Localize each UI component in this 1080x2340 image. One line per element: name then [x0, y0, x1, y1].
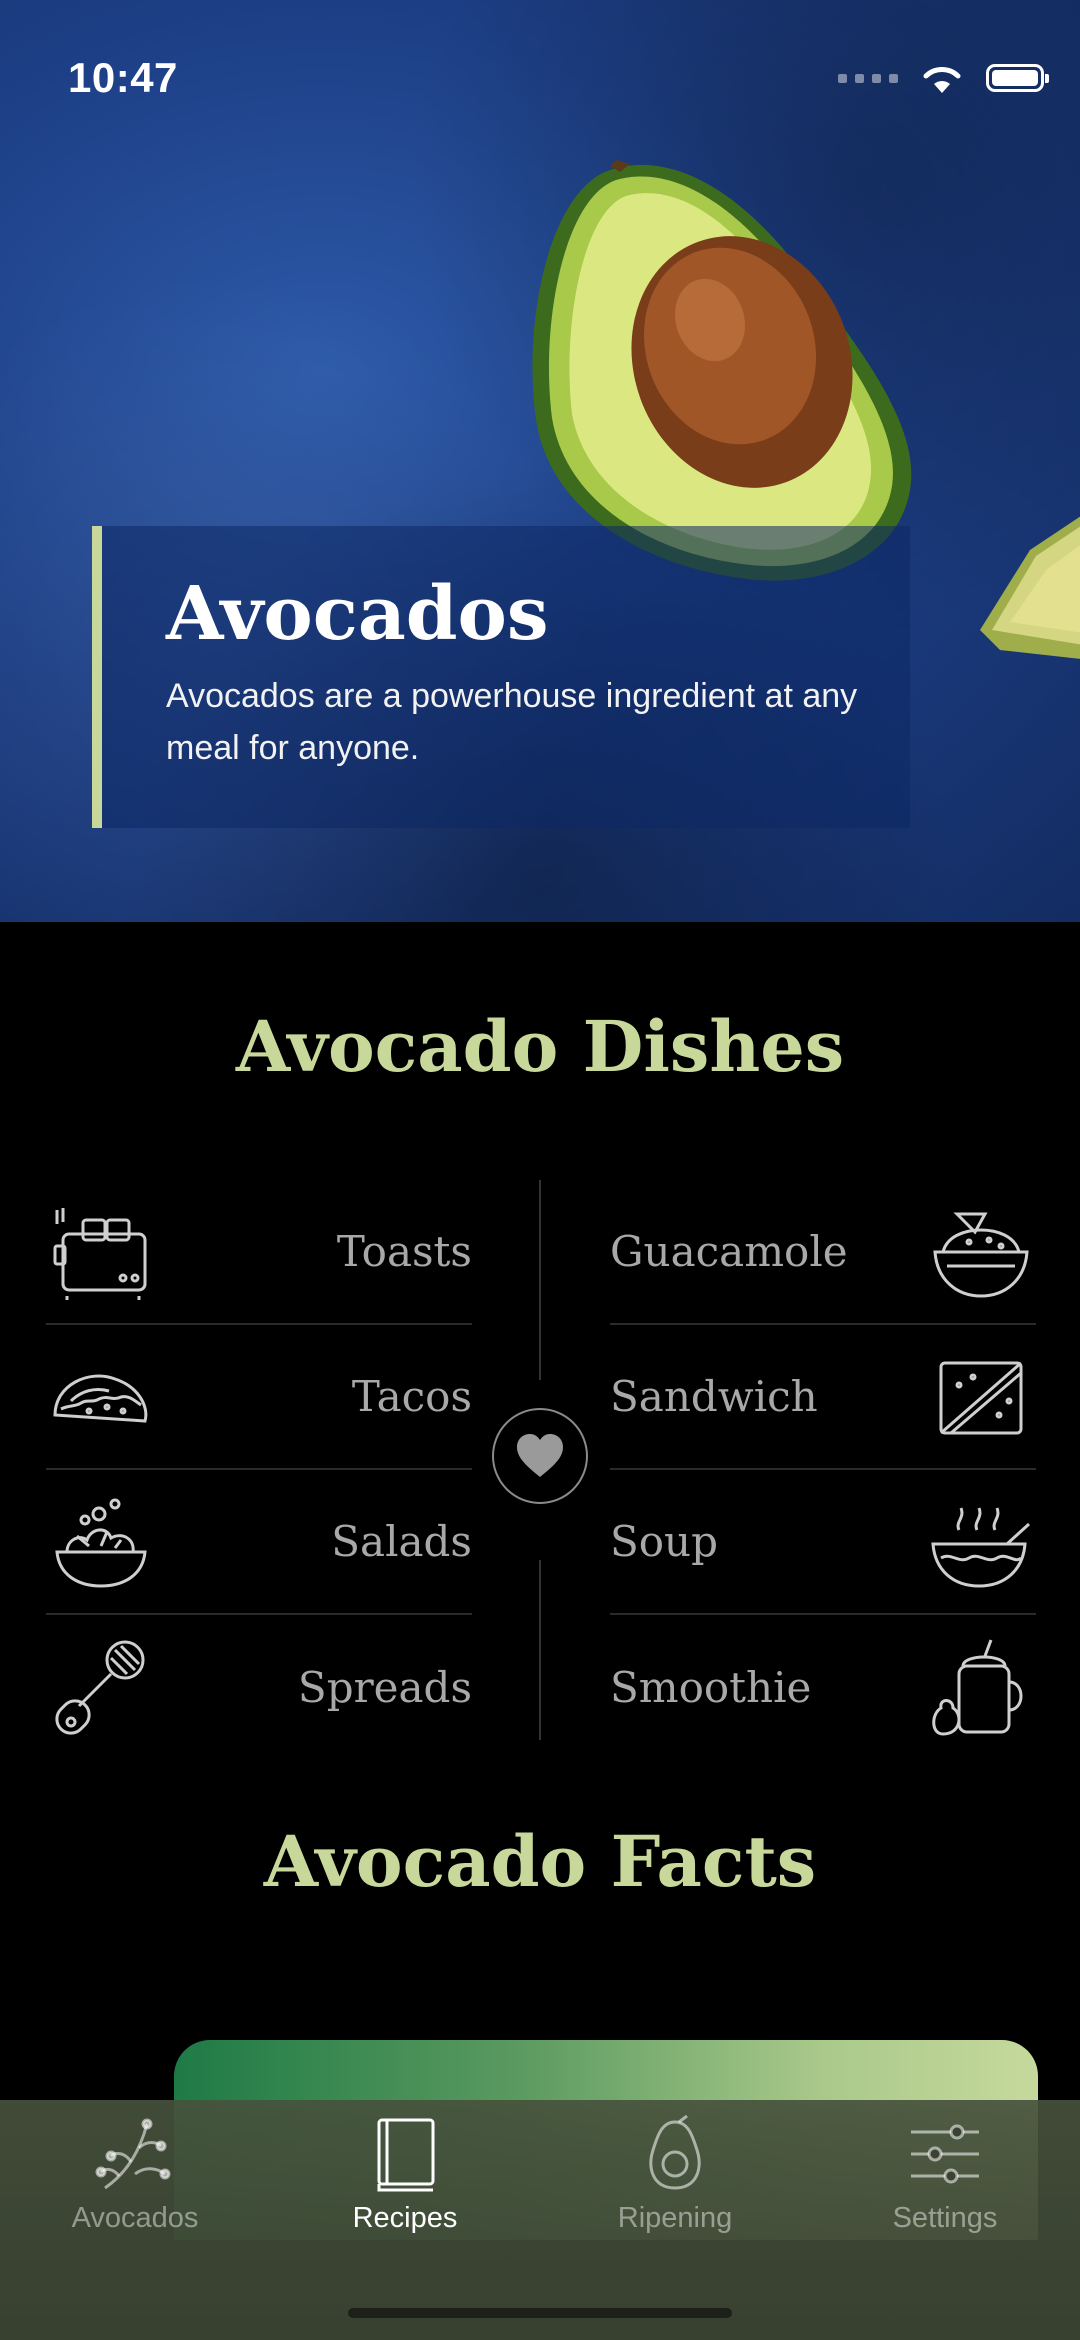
dish-item-smoothie[interactable]: Smoothie [610, 1615, 1036, 1760]
taco-icon [46, 1342, 156, 1452]
tab-label: Recipes [352, 2202, 458, 2234]
dish-item-sandwich[interactable]: Sandwich [610, 1325, 1036, 1470]
tab-bar: Avocados Recipes Ripening Settings [0, 2100, 1080, 2340]
favorites-button[interactable] [492, 1408, 588, 1504]
dish-item-toasts[interactable]: Toasts [46, 1180, 472, 1325]
hero-description: Avocados are a powerhouse ingredient at … [166, 676, 858, 768]
sandwich-icon [926, 1342, 1036, 1452]
divider-top [539, 1180, 541, 1380]
cellular-signal-icon [838, 73, 898, 83]
tab-label: Ripening [617, 2202, 733, 2234]
avocado-slice-image [980, 516, 1080, 659]
soup-bowl-icon [926, 1487, 1036, 1597]
book-icon [377, 2118, 435, 2192]
dish-label: Soup [610, 1517, 718, 1566]
hero-title: Avocados [166, 571, 549, 657]
salad-bowl-icon [46, 1487, 156, 1597]
dishes-grid: Toasts Tacos Salads Spreads Guacamole Sa… [46, 1180, 1036, 1740]
dish-item-spreads[interactable]: Spreads [46, 1615, 472, 1760]
battery-icon [986, 64, 1049, 92]
masher-icon [46, 1633, 156, 1743]
dish-item-salads[interactable]: Salads [46, 1470, 472, 1615]
dish-label: Tacos [351, 1372, 472, 1421]
dish-item-soup[interactable]: Soup [610, 1470, 1036, 1615]
dish-label: Toasts [336, 1227, 472, 1276]
dish-label: Sandwich [610, 1372, 818, 1421]
dish-item-guacamole[interactable]: Guacamole [610, 1180, 1036, 1325]
hero-banner: 10:47 Avocados Avocados are a powerhouse… [0, 0, 1080, 922]
hero-card: Avocados Avocados are a powerhouse ingre… [92, 526, 910, 828]
tab-settings[interactable]: Settings [810, 2100, 1080, 2340]
tab-avocados[interactable]: Avocados [0, 2100, 270, 2340]
status-bar: 10:47 [68, 48, 1049, 108]
dish-label: Salads [331, 1517, 472, 1566]
dish-item-tacos[interactable]: Tacos [46, 1325, 472, 1470]
smoothie-jar-icon [926, 1633, 1036, 1743]
status-time: 10:47 [68, 54, 178, 101]
tab-recipes[interactable]: Recipes [270, 2100, 540, 2340]
branch-icon [95, 2118, 171, 2190]
heart-icon [517, 1434, 563, 1477]
toaster-icon [46, 1197, 156, 1307]
wifi-icon [923, 67, 961, 93]
tab-label: Settings [892, 2202, 998, 2234]
avocado-icon [649, 2114, 701, 2190]
dish-label: Guacamole [610, 1227, 848, 1276]
tab-label: Avocados [71, 2202, 199, 2234]
guacamole-bowl-icon [926, 1197, 1036, 1307]
dish-label: Spreads [297, 1663, 472, 1712]
divider-bottom [539, 1560, 541, 1740]
sliders-icon [911, 2124, 979, 2184]
dish-label: Smoothie [610, 1663, 812, 1712]
tab-ripening[interactable]: Ripening [540, 2100, 810, 2340]
avocado-half-image [532, 160, 912, 581]
facts-section-title: Avocado Facts [263, 1820, 817, 1903]
home-indicator [348, 2308, 732, 2318]
dishes-section-title: Avocado Dishes [235, 1005, 845, 1088]
